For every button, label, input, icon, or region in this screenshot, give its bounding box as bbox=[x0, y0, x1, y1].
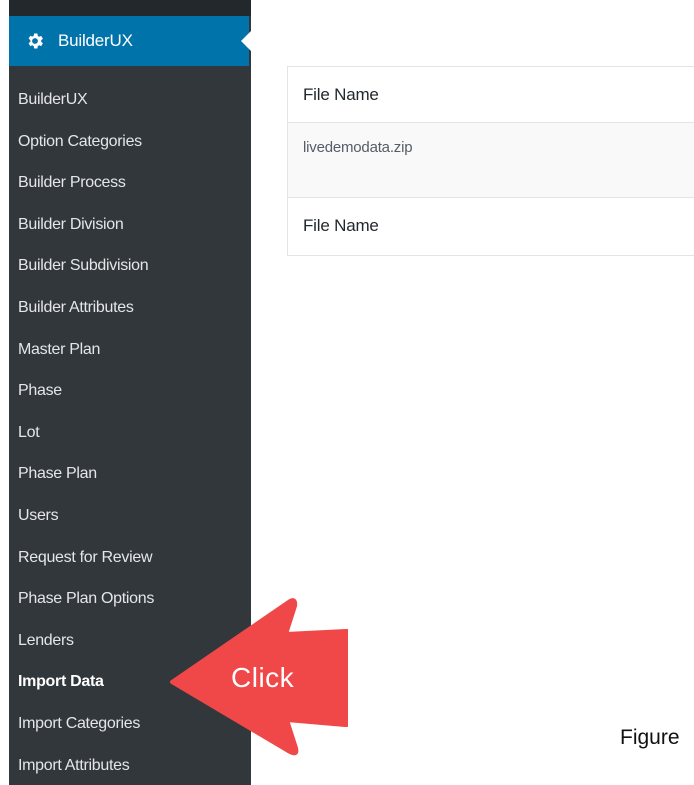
page: BuilderUX BuilderUX Option Categories Bu… bbox=[0, 0, 694, 785]
sidebar-item-request-for-review[interactable]: Request for Review bbox=[9, 537, 251, 579]
table-header-file-name: File Name bbox=[303, 85, 379, 104]
table-footer-file-name: File Name bbox=[303, 216, 379, 235]
gear-icon bbox=[24, 30, 46, 52]
table-row: livedemodata.zip bbox=[288, 122, 694, 198]
sidebar-item-builderux[interactable]: BuilderUX bbox=[9, 79, 251, 121]
sidebar-item-builder-process[interactable]: Builder Process bbox=[9, 162, 251, 204]
sidebar-item-option-categories[interactable]: Option Categories bbox=[9, 121, 251, 163]
sidebar-item-builder-attributes[interactable]: Builder Attributes bbox=[9, 287, 251, 329]
click-annotation-label: Click bbox=[231, 662, 295, 693]
sidebar-item-phase[interactable]: Phase bbox=[9, 370, 251, 412]
sidebar-item-builder-subdivision[interactable]: Builder Subdivision bbox=[9, 245, 251, 287]
admin-bar-strip bbox=[9, 0, 251, 16]
file-name-cell: livedemodata.zip bbox=[303, 139, 413, 156]
sidebar-item-master-plan[interactable]: Master Plan bbox=[9, 329, 251, 371]
sidebar-item-lot[interactable]: Lot bbox=[9, 412, 251, 454]
builderux-menu-header[interactable]: BuilderUX bbox=[9, 16, 251, 66]
menu-header-label: BuilderUX bbox=[58, 31, 133, 50]
file-table: File Name livedemodata.zip File Name bbox=[287, 66, 694, 256]
sidebar-item-users[interactable]: Users bbox=[9, 495, 251, 537]
sidebar-item-phase-plan[interactable]: Phase Plan bbox=[9, 453, 251, 495]
current-menu-pointer bbox=[241, 31, 251, 51]
sidebar-item-builder-division[interactable]: Builder Division bbox=[9, 204, 251, 246]
figure-caption: Figure bbox=[620, 726, 680, 749]
